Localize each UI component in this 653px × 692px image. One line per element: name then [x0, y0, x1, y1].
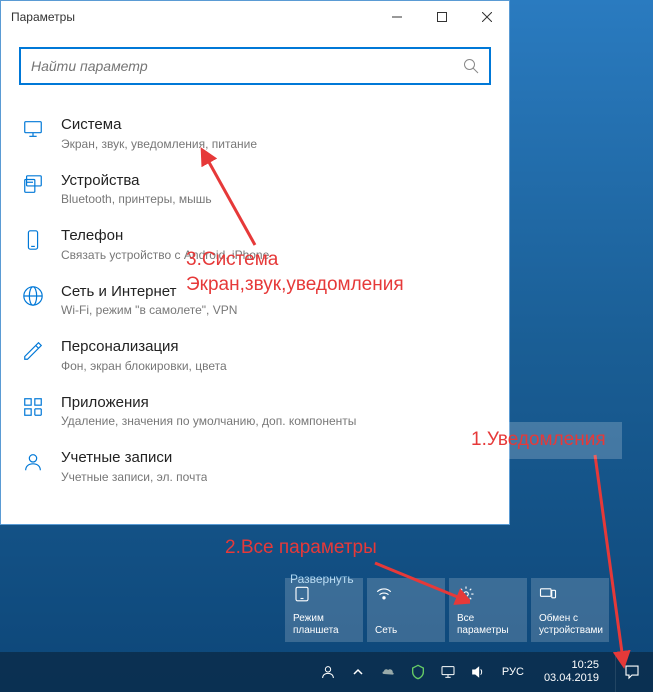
taskbar: РУС 10:25 03.04.2019	[0, 652, 653, 692]
close-button[interactable]	[464, 1, 509, 33]
minimize-button[interactable]	[374, 1, 419, 33]
item-title: Приложения	[61, 393, 356, 413]
arrow-1	[585, 450, 645, 670]
tablet-icon	[293, 585, 311, 603]
close-icon	[482, 12, 492, 22]
system-icon	[22, 118, 44, 140]
item-desc: Фон, экран блокировки, цвета	[61, 359, 227, 373]
decoration	[522, 240, 642, 280]
desktop: Параметры СистемаЭкран, звук, уведомлен	[0, 0, 653, 692]
search-input[interactable]	[31, 58, 463, 74]
network-icon	[22, 285, 44, 307]
tray-security-icon[interactable]	[408, 652, 428, 692]
item-title: Система	[61, 115, 257, 135]
item-desc: Bluetooth, принтеры, мышь	[61, 192, 212, 206]
accounts-icon	[22, 451, 44, 473]
titlebar-buttons	[374, 1, 509, 33]
settings-item-apps[interactable]: ПриложенияУдаление, значения по умолчани…	[11, 383, 499, 439]
devices-icon	[22, 174, 44, 196]
annotation-3-line1: 3.Система	[186, 248, 404, 273]
annotation-3: 3.Система Экран,звук,уведомления	[186, 248, 404, 297]
annotation-2: 2.Все параметры	[225, 536, 377, 561]
personalization-icon	[22, 340, 44, 362]
item-title: Учетные записи	[61, 448, 207, 468]
settings-item-accounts[interactable]: Учетные записи Учетные записи, эл. почта	[11, 438, 499, 494]
settings-item-personalization[interactable]: Персонализация Фон, экран блокировки, цве…	[11, 327, 499, 383]
tile-label: Все параметры	[457, 613, 519, 636]
window-title: Параметры	[11, 10, 374, 24]
item-desc: Удаление, значения по умолчанию, доп. ко…	[61, 414, 356, 428]
item-title: Устройства	[61, 171, 212, 191]
arrow-3	[195, 145, 275, 255]
maximize-icon	[437, 12, 447, 22]
arrow-2	[370, 558, 470, 608]
minimize-icon	[392, 12, 402, 22]
tray-people-icon[interactable]	[318, 652, 338, 692]
tile-label: Сеть	[375, 625, 437, 637]
annotation-1: 1.Уведомления	[455, 422, 622, 459]
item-title: Персонализация	[61, 337, 227, 357]
tray-chevron-up-icon[interactable]	[348, 652, 368, 692]
item-desc: Wi-Fi, режим "в самолете", VPN	[61, 303, 237, 317]
ac-tile-tablet[interactable]: Режим планшета	[285, 578, 363, 642]
tray-onedrive-icon[interactable]	[378, 652, 398, 692]
tile-label: Режим планшета	[293, 613, 355, 636]
connect-icon	[539, 585, 557, 603]
annotation-3-line2: Экран,звук,уведомления	[186, 273, 404, 298]
search-icon	[463, 58, 479, 74]
maximize-button[interactable]	[419, 1, 464, 33]
phone-icon	[22, 229, 44, 251]
tray-network-icon[interactable]	[438, 652, 458, 692]
tray-date: 03.04.2019	[544, 672, 599, 685]
tray-volume-icon[interactable]	[468, 652, 488, 692]
titlebar: Параметры	[1, 1, 509, 33]
decoration	[510, 320, 650, 360]
tray-language[interactable]: РУС	[498, 666, 528, 678]
search-box[interactable]	[19, 47, 491, 85]
item-desc: Учетные записи, эл. почта	[61, 470, 207, 484]
apps-icon	[22, 396, 44, 418]
